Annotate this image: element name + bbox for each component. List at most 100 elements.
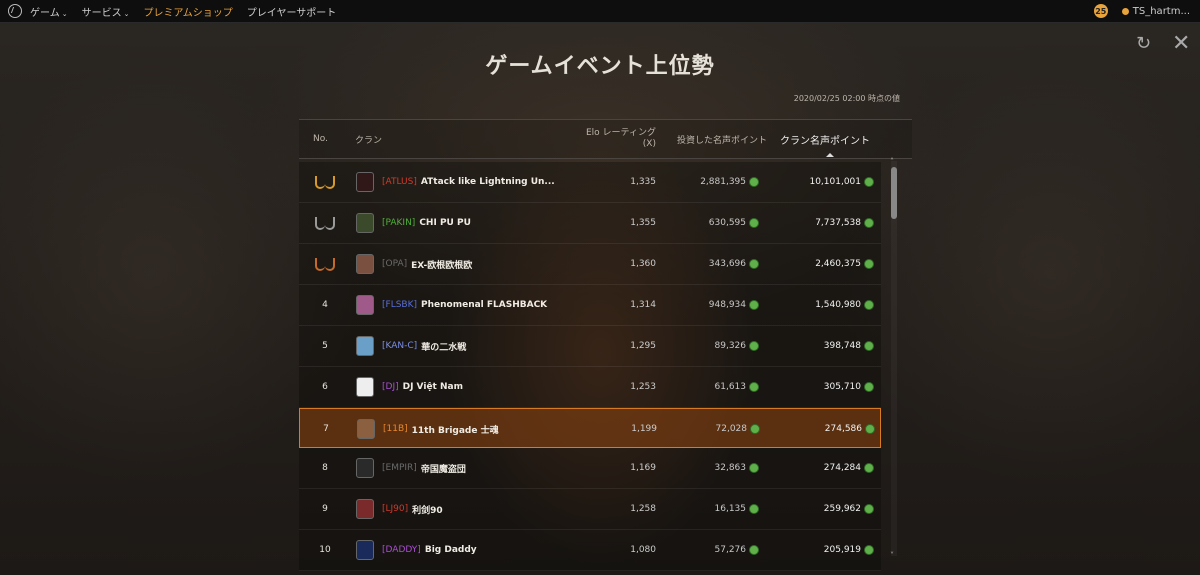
fame-point-icon <box>864 341 874 351</box>
dj-emblem-icon[interactable] <box>356 377 374 397</box>
nav-item-2[interactable]: プレミアムショップ <box>143 4 232 19</box>
account-status-icon <box>1121 7 1129 15</box>
invested-points-cell: 32,863 <box>659 448 759 488</box>
clan-cell[interactable]: [FLSBK] Phenomenal FLASHBACK <box>382 285 547 325</box>
table-row[interactable]: [PAKIN] CHI PU PU 1,355 630,595 7,737,538 <box>299 203 881 244</box>
clan-cell[interactable]: [OPA] EX-欧根欧根欧 <box>382 244 472 284</box>
clan-cell[interactable]: [LJ90] 利剑90 <box>382 489 443 529</box>
invested-points-cell: 2,881,395 <box>659 162 759 202</box>
elo-rating: 1,253 <box>630 382 656 392</box>
clan-cell[interactable]: [EMPIR] 帝国魔盗団 <box>382 448 466 488</box>
clan-tag: [OPA] <box>382 259 408 269</box>
rank-cell: 9 <box>299 489 351 529</box>
leaderboard-table: No. クラン Elo レーティング (X) 投資した名声ポイント クラン名声ポ… <box>299 119 912 575</box>
clan-fame-points: 2,460,375 <box>815 259 861 269</box>
clan-cell[interactable]: [DADDY] Big Daddy <box>382 530 477 570</box>
clan-points-cell: 1,540,980 <box>774 285 874 325</box>
table-row[interactable]: 7 [11B] 11th Brigade 士魂 1,199 72,028 274,586 <box>299 408 881 448</box>
notifications-badge[interactable]: 25 <box>1093 4 1108 18</box>
clan-tag: [DADDY] <box>382 545 421 555</box>
table-row[interactable]: 5 [KAN-C] 華の二水戦 1,295 89,326 398,748 <box>299 326 881 367</box>
table-row[interactable]: 9 [LJ90] 利剑90 1,258 16,135 259,962 <box>299 489 881 530</box>
clan-avatar-cell <box>356 448 374 488</box>
scrollbar-thumb[interactable] <box>891 167 897 219</box>
rank-number: 4 <box>322 300 328 310</box>
sort-descending-icon <box>826 153 834 157</box>
clan-points-cell: 274,586 <box>775 409 875 449</box>
invested-points: 89,326 <box>714 341 747 351</box>
table-header: No. クラン Elo レーティング (X) 投資した名声ポイント クラン名声ポ… <box>299 119 912 159</box>
fame-point-icon <box>865 424 875 434</box>
table-row[interactable]: 8 [EMPIR] 帝国魔盗団 1,169 32,863 274,284 <box>299 448 881 489</box>
page-title: ゲームイベント上位勢 <box>485 54 715 79</box>
clan-avatar-cell <box>356 162 374 202</box>
fame-point-icon <box>749 341 759 351</box>
fame-point-icon <box>750 424 760 434</box>
table-row[interactable]: 6 [DJ] DJ Việt Nam 1,253 61,613 305,710 <box>299 367 881 408</box>
lj90-emblem-icon[interactable] <box>356 499 374 519</box>
pakin-emblem-icon[interactable] <box>356 213 374 233</box>
elo-rating: 1,355 <box>630 218 656 228</box>
flsbk-emblem-icon[interactable] <box>356 295 374 315</box>
empir-emblem-icon[interactable] <box>356 458 374 478</box>
fame-point-icon <box>864 504 874 514</box>
table-row[interactable]: [OPA] EX-欧根欧根欧 1,360 343,696 2,460,375 <box>299 244 881 285</box>
column-header-invested[interactable]: 投資した名声ポイント <box>659 120 767 158</box>
nav-item-1[interactable]: サービス ⌄ <box>82 4 130 19</box>
rank-number: 5 <box>322 341 328 351</box>
invested-points: 16,135 <box>714 504 747 514</box>
clan-fame-points: 259,962 <box>823 504 861 514</box>
clan-cell[interactable]: [ATLUS] ATtack like Lightning Un... <box>382 162 555 202</box>
clan-cell[interactable]: [11B] 11th Brigade 士魂 <box>383 409 499 449</box>
opa-emblem-icon[interactable] <box>356 254 374 274</box>
fame-point-icon <box>749 177 759 187</box>
invested-points: 2,881,395 <box>700 177 746 187</box>
fame-point-icon <box>864 300 874 310</box>
fame-point-icon <box>749 463 759 473</box>
clan-name: 帝国魔盗団 <box>420 464 466 475</box>
table-row[interactable]: 10 [DADDY] Big Daddy 1,080 57,276 205,919 <box>299 530 881 571</box>
scroll-down-icon[interactable]: ˅ <box>890 551 894 560</box>
nav-item-label: プレイヤーサポート <box>246 7 337 19</box>
rank-cell: 10 <box>299 530 351 570</box>
elo-rating: 1,314 <box>630 300 656 310</box>
nav-item-label: サービス <box>81 7 122 19</box>
table-scrollbar[interactable]: ˄ ˅ <box>889 157 899 561</box>
clan-cell[interactable]: [KAN-C] 華の二水戦 <box>382 326 466 366</box>
clan-tag: [PAKIN] <box>382 218 416 228</box>
column-header-no: No. <box>313 134 328 144</box>
column-header-clan-points[interactable]: クラン名声ポイント <box>774 120 870 158</box>
scrollbar-track[interactable] <box>891 161 897 556</box>
clan-points-cell: 398,748 <box>774 326 874 366</box>
atlus-emblem-icon[interactable] <box>356 172 374 192</box>
username[interactable]: TS_hartm... <box>1133 6 1190 17</box>
clan-fame-points: 305,710 <box>823 382 861 392</box>
kanc-emblem-icon[interactable] <box>356 336 374 356</box>
nav-item-3[interactable]: プレイヤーサポート <box>247 4 337 19</box>
chevron-down-icon: ⌄ <box>61 9 68 18</box>
fame-point-icon <box>749 218 759 228</box>
clan-name: DJ Việt Nam <box>402 382 463 392</box>
invested-points-cell: 630,595 <box>659 203 759 243</box>
table-row[interactable]: 4 [FLSBK] Phenomenal FLASHBACK 1,314 948,934… <box>299 285 881 326</box>
table-row[interactable]: [ATLUS] ATtack like Lightning Un... 1,335 2… <box>299 162 881 203</box>
clan-fame-points: 7,737,538 <box>815 218 861 228</box>
invested-points-cell: 57,276 <box>659 530 759 570</box>
nav-item-0[interactable]: ゲーム ⌄ <box>30 4 68 19</box>
fame-point-icon <box>864 259 874 269</box>
11b-emblem-icon[interactable] <box>357 419 375 439</box>
clan-cell[interactable]: [DJ] DJ Việt Nam <box>382 367 463 407</box>
rank-cell <box>299 162 351 202</box>
clan-fame-points: 10,101,001 <box>809 177 861 187</box>
wargaming-logo-icon[interactable] <box>8 4 22 18</box>
clan-points-cell: 10,101,001 <box>774 162 874 202</box>
column-header-elo[interactable]: Elo レーティング (X) <box>574 120 656 158</box>
clan-name: ATtack like Lightning Un... <box>420 177 555 187</box>
clan-avatar-cell <box>356 285 374 325</box>
rank-number: 10 <box>319 545 331 555</box>
clan-tag: [LJ90] <box>382 504 409 514</box>
daddy-emblem-icon[interactable] <box>356 540 374 560</box>
clan-points-cell: 205,919 <box>774 530 874 570</box>
column-header-clan[interactable]: クラン <box>355 120 382 158</box>
clan-cell[interactable]: [PAKIN] CHI PU PU <box>382 203 471 243</box>
